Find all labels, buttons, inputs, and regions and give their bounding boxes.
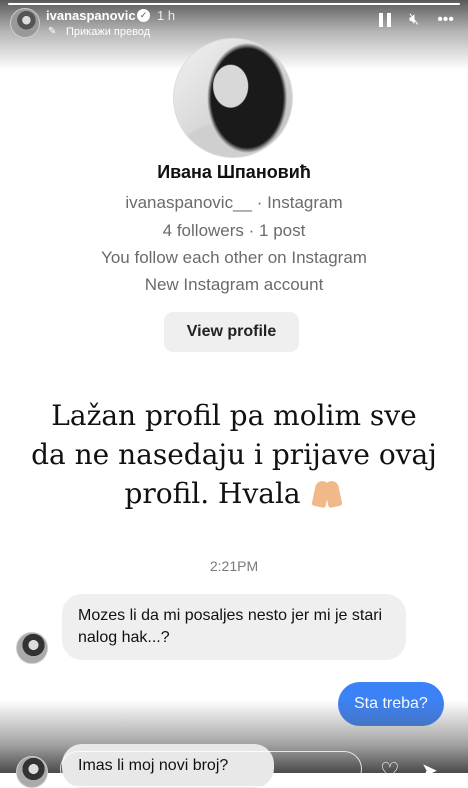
- caption-line-2: da ne nasedaju i prijave ovaj: [31, 438, 437, 471]
- header-avatar[interactable]: [10, 8, 40, 38]
- mute-icon[interactable]: 🔇︎: [409, 12, 419, 28]
- pause-icon[interactable]: [379, 13, 392, 27]
- more-icon[interactable]: •••: [437, 12, 454, 28]
- heart-icon[interactable]: ♡: [380, 758, 400, 784]
- profile-stats: 4 followers · 1 post: [162, 221, 306, 240]
- verified-badge-icon: ✓: [137, 9, 150, 22]
- story-progress-fill: [8, 3, 460, 5]
- reply-input[interactable]: [60, 751, 362, 787]
- story-caption: Lažan profil pa molim sve da ne nasedaju…: [20, 396, 448, 513]
- header-time: 1 h: [157, 8, 176, 23]
- chat-timestamp: 2:21PM: [209, 558, 259, 574]
- story-controls: 🔇︎ •••: [379, 12, 454, 28]
- message-bubble-incoming[interactable]: Mozes li da mi posaljes nesto jer mi je …: [62, 594, 406, 660]
- caption-line-1: Lažan profil pa molim sve: [51, 399, 417, 432]
- story-progress-bar: [8, 3, 460, 5]
- translate-link[interactable]: Прикажи превод: [66, 26, 150, 38]
- profile-follow-status: You follow each other on Instagram: [101, 248, 367, 267]
- caption-line-3: profil. Hvala: [124, 477, 301, 510]
- view-profile-button[interactable]: View profile: [164, 312, 299, 352]
- profile-picture[interactable]: [173, 38, 293, 158]
- praying-hands-icon: [310, 479, 344, 507]
- translate-icon[interactable]: ✎: [48, 26, 60, 38]
- sender-avatar[interactable]: [16, 756, 48, 788]
- profile-handle: ivanaspanovic__ · Instagram: [125, 193, 343, 212]
- sender-avatar[interactable]: [16, 632, 48, 664]
- caption-line-3-wrap: profil. Hvala: [20, 474, 448, 513]
- profile-account-note: New Instagram account: [144, 275, 324, 294]
- header-username[interactable]: ivanaspanovic: [46, 8, 136, 23]
- profile-name: Ивана Шпановић: [157, 162, 311, 182]
- send-icon[interactable]: ➤: [421, 758, 438, 783]
